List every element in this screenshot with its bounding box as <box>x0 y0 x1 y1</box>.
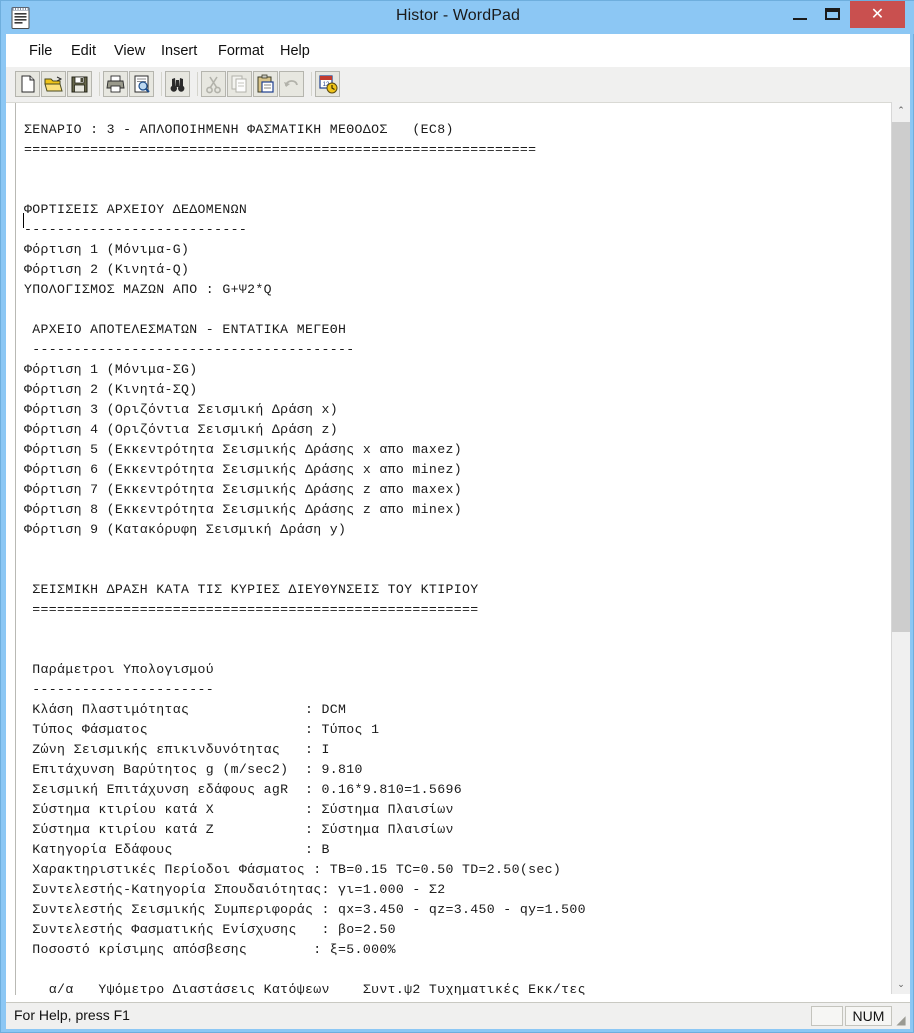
minimize-button[interactable] <box>784 1 817 28</box>
menu-help[interactable]: Help <box>275 41 315 62</box>
scroll-up-button[interactable]: ⌃ <box>892 102 910 120</box>
date-time-icon: 12 <box>316 72 339 96</box>
maximize-button[interactable] <box>817 1 850 28</box>
left-margin-rule <box>15 103 16 995</box>
close-icon: ✕ <box>870 6 885 23</box>
scroll-down-button[interactable]: ⌄ <box>892 976 910 994</box>
status-bar: For Help, press F1 NUM ◢ <box>6 1002 910 1029</box>
status-pane-blank <box>811 1006 843 1026</box>
save-button[interactable] <box>67 71 92 97</box>
menu-format[interactable]: Format <box>213 41 269 62</box>
vertical-scrollbar[interactable]: ⌃ ⌄ <box>891 102 910 994</box>
paste-clipboard-icon <box>254 72 277 96</box>
maximize-icon <box>825 8 840 20</box>
menu-edit[interactable]: Edit <box>66 41 101 62</box>
menu-bar: File Edit View Insert Format Help <box>6 39 910 67</box>
toolbar-separator <box>161 72 162 96</box>
print-button[interactable] <box>103 71 128 97</box>
print-preview-icon <box>130 72 153 96</box>
menu-file[interactable]: File <box>24 41 57 62</box>
menu-view[interactable]: View <box>109 41 150 62</box>
toolbar: 12 <box>6 66 910 104</box>
minimize-icon <box>793 18 807 20</box>
document-content[interactable]: ΣΕΝΑΡΙΟ : 3 - ΑΠΛΟΠΟΙΗΜΕΝΗ ΦΑΣΜΑΤΙΚΗ ΜΕΘ… <box>24 120 874 995</box>
close-button[interactable]: ✕ <box>850 1 905 28</box>
title-bar: Histor - WordPad ✕ <box>1 1 914 34</box>
save-disk-icon <box>68 72 91 96</box>
wordpad-window: Histor - WordPad ✕ File Edit View Insert… <box>0 0 914 1033</box>
scrollbar-thumb[interactable] <box>892 122 910 632</box>
date-time-button[interactable]: 12 <box>315 71 340 97</box>
toolbar-separator <box>311 72 312 96</box>
find-button[interactable] <box>165 71 190 97</box>
copy-button[interactable] <box>227 71 252 97</box>
open-button[interactable] <box>41 71 66 97</box>
print-preview-button[interactable] <box>129 71 154 97</box>
print-icon <box>104 72 127 96</box>
cut-scissors-icon <box>202 72 225 96</box>
document-text-area[interactable]: ΣΕΝΑΡΙΟ : 3 - ΑΠΛΟΠΟΙΗΜΕΝΗ ΦΑΣΜΑΤΙΚΗ ΜΕΘ… <box>6 102 910 995</box>
status-hint: For Help, press F1 <box>14 1007 130 1023</box>
menu-insert[interactable]: Insert <box>156 41 202 62</box>
find-binoculars-icon <box>166 72 189 96</box>
toolbar-separator <box>197 72 198 96</box>
client-area: File Edit View Insert Format Help 12 ΣΕΝ… <box>6 34 910 1029</box>
undo-arrow-icon <box>280 72 303 96</box>
undo-button[interactable] <box>279 71 304 97</box>
new-button[interactable] <box>15 71 40 97</box>
paste-button[interactable] <box>253 71 278 97</box>
cut-button[interactable] <box>201 71 226 97</box>
window-title: Histor - WordPad <box>395 7 520 24</box>
toolbar-separator <box>99 72 100 96</box>
open-folder-icon <box>42 72 65 96</box>
new-icon <box>16 72 39 96</box>
resize-grip-icon[interactable]: ◢ <box>894 1013 908 1027</box>
copy-icon <box>228 72 251 96</box>
status-num-indicator: NUM <box>845 1006 892 1026</box>
